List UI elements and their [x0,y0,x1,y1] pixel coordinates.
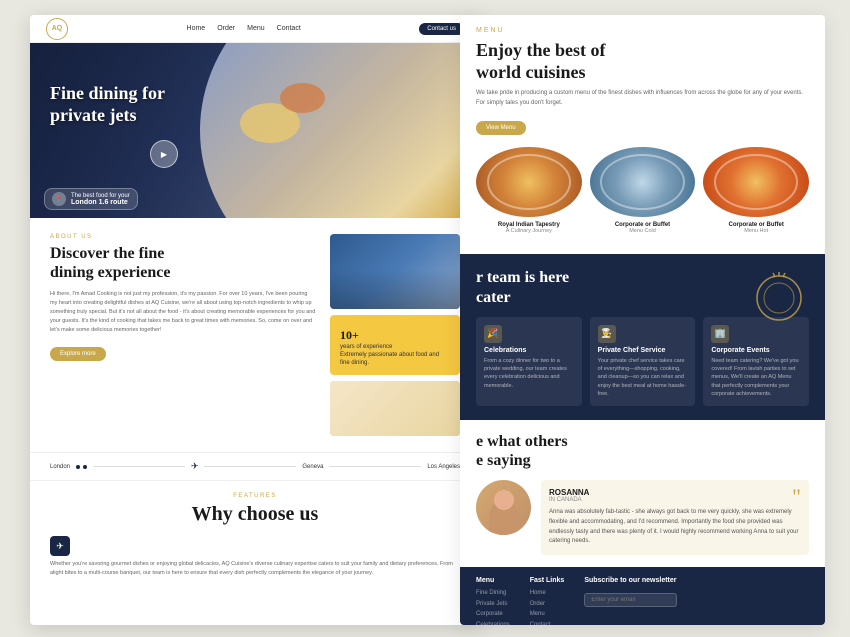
route-line-2 [204,466,296,467]
feature-desc-1: Whether you're savoring gourmet dishes o… [50,560,460,577]
chef-desc: Your private chef service takes care of … [598,357,688,398]
about-left: ABOUT US Discover the fine dining experi… [50,234,316,436]
review-box: " ROSANNA IN CANADA Anna was absolutely … [541,480,809,554]
testimonial-title: e what others e saying [476,432,809,470]
footer-col-links: Fast Links HomeOrderMenuContact [530,577,565,625]
about-section: ABOUT US Discover the fine dining experi… [30,218,480,452]
play-button[interactable]: ▶ [150,140,178,168]
hero-badge-text: The best food for your London 1.6 route [71,193,130,206]
route-city-3: Los Angeles [427,464,460,470]
quote-icon: " [792,484,801,510]
dishes-grid: Royal Indian Tapestry A Culinary Journey… [476,147,809,234]
chef-title: Private Chef Service [598,347,688,354]
about-label: ABOUT US [50,234,316,240]
corporate-title: Corporate Events [711,347,801,354]
footer-menu-title: Menu [476,577,510,584]
route-line [93,466,185,467]
footer-newsletter-title: Subscribe to our newsletter [584,577,676,584]
route-dot-2 [83,465,87,469]
right-website-mockup: MENU Enjoy the best of world cuisines We… [460,15,825,625]
features-section: FEATURES Why choose us ✈ Whether you're … [30,480,480,589]
about-description: Hi there, I'm Amad Cooking is not just m… [50,290,316,334]
menu-label: MENU [476,27,809,34]
corporate-desc: Need team catering? We've got you covere… [711,357,801,398]
route-dot-1 [76,465,80,469]
footer-menu-links: Fine DiningPrivate JetsCorporateCelebrat… [476,588,510,625]
hero-food-image [200,43,480,218]
stats-number: 10+ [340,323,450,344]
feature-col-1: ✈ Whether you're savoring gourmet dishes… [50,536,460,577]
stats-label: years of experience [340,344,450,352]
dish-sub-3: Menu Hot [703,228,809,234]
reviewer-name: ROSANNA [549,488,801,497]
hero-badge: 📍 The best food for your London 1.6 rout… [44,188,138,210]
view-menu-button[interactable]: View Menu [476,121,526,135]
plane-icon: ✈ [191,461,199,472]
team-section: r team is here cater 🎉 Celebrations From… [460,254,825,420]
review-text: Anna was absolutely fab-tastic - she alw… [549,508,801,546]
testimonial-content: " ROSANNA IN CANADA Anna was absolutely … [476,480,809,554]
dish-card-2: Corporate or Buffet Menu Cold [590,147,696,234]
dish-card-1: Royal Indian Tapestry A Culinary Journey [476,147,582,234]
logo[interactable]: AQ [46,18,68,40]
nav-bar: AQ Home Order Menu Contact Contact us [30,15,480,43]
chef-icon: 👨‍🍳 [598,325,616,343]
chef-image [330,381,460,436]
menu-title: Enjoy the best of world cuisines [476,40,809,83]
route-dots [76,465,87,469]
hero-text: Fine dining for private jets [50,83,165,126]
about-title: Discover the fine dining experience [50,244,316,282]
menu-description: We take pride in producing a custom menu… [476,89,809,108]
corporate-icon: 🏢 [711,325,729,343]
feature-icon-1: ✈ [50,536,70,556]
celebrations-icon: 🎉 [484,325,502,343]
testimonial-section: e what others e saying " ROSANNA IN CANA… [460,420,825,567]
footer-col-newsletter: Subscribe to our newsletter [584,577,676,625]
dish-image-2 [590,147,696,217]
nav-links: Home Order Menu Contact [187,25,301,32]
route-city-2: Geneva [302,464,323,470]
nav-cta-button[interactable]: Contact us [419,23,464,35]
about-image-plane [330,234,460,309]
hero-title: Fine dining for private jets [50,83,165,126]
footer-links-title: Fast Links [530,577,565,584]
explore-button[interactable]: Explore more [50,347,106,361]
service-plate-icon [749,268,809,333]
nav-menu[interactable]: Menu [247,25,265,32]
left-website-mockup: AQ Home Order Menu Contact Contact us Fi… [30,15,480,625]
location-icon: 📍 [52,192,66,206]
stats-box: 10+ years of experience Extremely passio… [330,315,460,375]
dish-image-3 [703,147,809,217]
features-title: Why choose us [50,503,460,526]
features-cols: ✈ Whether you're savoring gourmet dishes… [50,536,460,577]
celebrations-title: Celebrations [484,347,574,354]
about-right: 10+ years of experience Extremely passio… [330,234,460,436]
stats-passion: Extremely passionate about food and fine… [340,352,450,368]
newsletter-input[interactable] [584,593,676,607]
footer-fast-links: HomeOrderMenuContact [530,588,565,625]
route-line-3 [329,466,421,467]
nav-contact[interactable]: Contact [277,25,301,32]
reviewer-location: IN CANADA [549,497,801,503]
nav-home[interactable]: Home [187,25,206,32]
menu-section: MENU Enjoy the best of world cuisines We… [460,15,825,254]
route-bar: London ✈ Geneva Los Angeles [30,452,480,480]
route-city-1: London [50,464,70,470]
dish-sub-2: Menu Cold [590,228,696,234]
features-label: FEATURES [50,493,460,499]
celebrations-desc: From a cozy dinner for two to a private … [484,357,574,390]
right-footer: Menu Fine DiningPrivate JetsCorporateCel… [460,567,825,625]
reviewer-avatar [476,480,531,535]
dish-card-3: Corporate or Buffet Menu Hot [703,147,809,234]
nav-order[interactable]: Order [217,25,235,32]
team-card-celebrations: 🎉 Celebrations From a cozy dinner for tw… [476,317,582,406]
hero-section: Fine dining for private jets ▶ 📍 The bes… [30,43,480,218]
dish-image-1 [476,147,582,217]
dish-sub-1: A Culinary Journey [476,228,582,234]
footer-col-menu: Menu Fine DiningPrivate JetsCorporateCel… [476,577,510,625]
team-card-chef: 👨‍🍳 Private Chef Service Your private ch… [590,317,696,406]
